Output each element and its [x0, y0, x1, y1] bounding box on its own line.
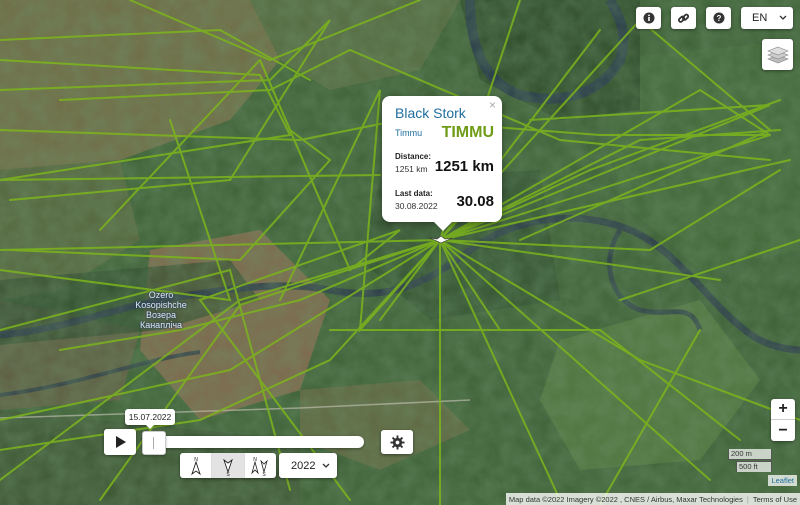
chevron-down-icon: [779, 15, 787, 20]
direction-toggle-group: N S NS: [180, 453, 276, 478]
help-button[interactable]: ?: [706, 7, 731, 29]
distance-value: 1251 km: [434, 158, 494, 175]
tooltip-pointer: [146, 425, 154, 429]
place-label: Ozero Kosopishche Возера Канапліча: [130, 290, 192, 330]
place-label-line: Ozero: [148, 290, 174, 300]
layers-button[interactable]: [762, 39, 793, 70]
north-arrow-toggle[interactable]: N: [180, 453, 213, 478]
tag-code: TIMMU: [441, 124, 494, 141]
leaflet-label: Leaflet: [771, 476, 794, 485]
timeline-track[interactable]: [142, 431, 364, 455]
map-attribution: Map data ©2022 Imagery ©2022 , CNES / Ai…: [505, 493, 800, 505]
place-label-line: Возера: [146, 310, 176, 320]
terms-of-use-link[interactable]: Terms of Use: [753, 495, 797, 504]
settings-button[interactable]: [381, 430, 413, 454]
svg-text:S: S: [226, 472, 230, 476]
svg-text:S: S: [263, 472, 267, 476]
close-icon[interactable]: ×: [489, 98, 496, 112]
help-icon: ?: [713, 12, 724, 24]
play-button[interactable]: [104, 429, 136, 455]
bird-name: Timmu: [395, 128, 423, 138]
south-arrow-icon: S: [223, 458, 233, 476]
language-value: EN: [752, 12, 768, 24]
layers-icon: [766, 46, 789, 63]
link-icon: [677, 13, 690, 23]
timeline-handle[interactable]: [142, 431, 166, 455]
year-select[interactable]: 2022: [279, 453, 337, 478]
popup-title: Black Stork: [395, 105, 466, 121]
timeline-date: 15.07.2022: [128, 412, 172, 422]
gear-icon: [389, 434, 405, 450]
chevron-down-icon: [322, 463, 330, 468]
both-arrows-toggle[interactable]: NS: [245, 453, 276, 478]
scale-metric: 200 m: [728, 449, 772, 460]
play-icon: [115, 436, 126, 448]
leaflet-link[interactable]: Leaflet: [768, 475, 797, 486]
timeline-date-tooltip: 15.07.2022: [125, 409, 175, 425]
last-data-value: 30.08: [456, 193, 494, 210]
bird-info-popup: Black Stork × Timmu TIMMU Distance: 1251…: [382, 96, 502, 231]
zoom-out-button[interactable]: −: [771, 420, 795, 441]
language-select[interactable]: EN: [741, 7, 793, 29]
zoom-control: + −: [771, 399, 795, 441]
last-data-date: 30.08.2022: [395, 201, 438, 211]
svg-text:?: ?: [716, 14, 721, 23]
north-arrow-icon: N: [190, 457, 201, 475]
attribution-text: Map data ©2022 Imagery ©2022 , CNES / Ai…: [508, 494, 743, 504]
info-icon: [643, 12, 654, 24]
info-button[interactable]: [636, 7, 661, 29]
year-value: 2022: [291, 459, 316, 472]
north-south-arrows-icon: NS: [251, 457, 269, 476]
distance-label: Distance:: [395, 152, 432, 161]
last-data-label: Last data:: [395, 189, 433, 198]
south-arrow-toggle[interactable]: S: [212, 453, 245, 478]
distance-small: 1251 km: [395, 164, 428, 174]
zoom-in-button[interactable]: +: [771, 399, 795, 420]
link-button[interactable]: [671, 7, 696, 29]
place-label-line: Канапліча: [139, 320, 183, 330]
handle-grip: [153, 437, 154, 449]
place-label-line: Kosopishche: [135, 300, 187, 310]
scale-imperial: 500 ft: [736, 461, 772, 472]
attribution-divider: |: [746, 494, 749, 504]
